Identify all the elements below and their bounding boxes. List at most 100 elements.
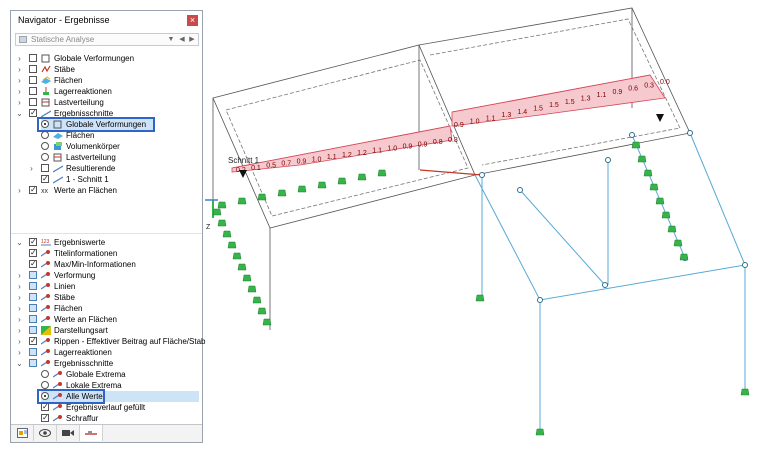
checkbox[interactable] xyxy=(29,348,37,356)
support-symbol xyxy=(297,185,307,193)
tree-item-section-1[interactable]: 1 - Schnitt 1 xyxy=(41,173,191,185)
checkbox[interactable] xyxy=(29,282,37,290)
radio-button[interactable] xyxy=(41,142,49,150)
support-symbol xyxy=(247,285,257,293)
checkbox[interactable] xyxy=(29,87,37,95)
checkbox[interactable] xyxy=(29,271,37,279)
tree-item-load-distribution[interactable]: › Lastverteilung xyxy=(18,97,199,108)
value-label: 1.5 xyxy=(565,99,575,106)
eye-icon[interactable] xyxy=(34,425,57,441)
navigator-tab-bar xyxy=(11,424,202,442)
tree-item-deformation[interactable]: › Verformung xyxy=(18,270,199,281)
radio-button[interactable] xyxy=(41,153,49,161)
tree-item-bottom-surfaces[interactable]: › Flächen xyxy=(18,303,199,314)
checkbox[interactable] xyxy=(29,76,37,84)
support-symbol xyxy=(317,181,327,189)
checkbox[interactable] xyxy=(29,304,37,312)
chevron-right-icon[interactable]: ▶ xyxy=(187,34,197,45)
value-label: 1.4 xyxy=(517,109,527,116)
tree-item-result-values[interactable]: ⌄ 123 Ergebniswerte xyxy=(16,236,199,248)
value-label: 1.5 xyxy=(549,102,559,109)
checkbox[interactable] xyxy=(29,54,37,62)
tree-item-display-type[interactable]: › Darstellungsart xyxy=(18,325,199,336)
checkbox[interactable] xyxy=(29,293,37,301)
tree-item-ribs[interactable]: › Rippen - Effektiver Beitrag auf Fläche… xyxy=(18,335,205,347)
expand-icon[interactable]: › xyxy=(15,292,24,303)
checkbox[interactable] xyxy=(29,184,37,195)
tree-item-sections-surfaces[interactable]: Flächen xyxy=(41,130,191,141)
close-button[interactable]: × xyxy=(187,15,198,26)
data-tab-icon[interactable] xyxy=(11,425,34,441)
checkbox[interactable] xyxy=(29,236,37,247)
result-lines-icon[interactable] xyxy=(80,425,103,441)
checkbox[interactable] xyxy=(29,258,37,269)
checkbox[interactable] xyxy=(41,164,49,172)
result-values-icon: 123 xyxy=(41,239,51,246)
tree-item-label: Lagerreaktionen xyxy=(54,348,112,357)
tree-item-sections-load-distribution[interactable]: Lastverteilung xyxy=(41,152,191,163)
expand-icon[interactable]: › xyxy=(15,64,24,75)
expand-icon[interactable]: › xyxy=(15,347,24,358)
radio-button[interactable] xyxy=(41,370,49,378)
radio-button[interactable] xyxy=(41,381,49,389)
checkbox[interactable] xyxy=(29,65,37,73)
model-viewport[interactable]: 0.20.10.50.70.91.01.11.21.21.11.00.90.90… xyxy=(203,0,760,452)
tree-item-title-info[interactable]: Titelinformationen xyxy=(29,247,199,259)
support-symbol xyxy=(475,294,485,302)
checkbox[interactable] xyxy=(29,315,37,323)
expand-icon[interactable]: › xyxy=(15,281,24,292)
checkbox[interactable] xyxy=(41,173,49,184)
tree-item-global-extrema[interactable]: Globale Extrema xyxy=(41,369,191,380)
checkbox[interactable] xyxy=(41,401,49,412)
tree-item-bottom-support-reactions[interactable]: › Lagerreaktionen xyxy=(18,347,199,358)
collapse-icon[interactable]: ⌄ xyxy=(15,237,24,248)
tree-item-label: Volumenkörper xyxy=(66,142,120,151)
expand-icon[interactable]: › xyxy=(15,97,24,108)
tree-item-max-min-info[interactable]: Max/Min-Informationen xyxy=(29,258,199,270)
tree-item-filled-result-diagram[interactable]: Ergebnisverlauf gefüllt xyxy=(41,401,191,413)
tree-item-support-reactions[interactable]: › Lagerreaktionen xyxy=(18,86,199,97)
expand-icon[interactable]: › xyxy=(15,53,24,64)
tree-item-values-on-surfaces[interactable]: › xx Werte an Flächen xyxy=(18,184,199,196)
radio-button[interactable] xyxy=(41,131,49,139)
tree-item-label: Werte an Flächen xyxy=(54,186,117,195)
tree-item-solids[interactable]: Volumenkörper xyxy=(41,141,191,152)
checkbox[interactable] xyxy=(29,247,37,258)
checkbox[interactable] xyxy=(41,412,49,423)
expand-icon[interactable]: › xyxy=(15,314,24,325)
tree-item-surfaces[interactable]: › Flächen xyxy=(18,75,199,86)
checkbox[interactable] xyxy=(29,107,37,118)
expand-icon[interactable]: › xyxy=(15,75,24,86)
value-label: 0.9 xyxy=(403,143,413,150)
collapse-icon[interactable]: ⌄ xyxy=(15,358,24,369)
axis-z-label: Z xyxy=(206,224,211,231)
expand-icon[interactable]: › xyxy=(15,270,24,281)
expand-icon[interactable]: › xyxy=(15,325,24,336)
expand-icon[interactable]: › xyxy=(27,163,36,174)
collapse-icon[interactable]: ⌄ xyxy=(15,108,24,119)
chevron-down-icon[interactable]: ▼ xyxy=(166,34,176,45)
analysis-type-select[interactable]: Statische Analyse ▼ ◀ ▶ xyxy=(15,33,199,46)
tree-item-lines[interactable]: › Linien xyxy=(18,281,199,292)
chevron-left-icon[interactable]: ◀ xyxy=(177,34,187,45)
tree-item-bottom-values-on-surfaces[interactable]: › Werte an Flächen xyxy=(18,314,199,325)
expand-icon[interactable]: › xyxy=(15,336,24,347)
load-distribution-icon xyxy=(41,98,50,107)
tree-item-bottom-result-sections[interactable]: ⌄ Ergebnisschnitte xyxy=(16,358,199,369)
checkbox[interactable] xyxy=(29,359,37,367)
checkbox[interactable] xyxy=(29,335,37,346)
checkbox[interactable] xyxy=(29,98,37,106)
tree-item-bottom-members[interactable]: › Stäbe xyxy=(18,292,199,303)
checkbox[interactable] xyxy=(29,326,37,334)
tree-item-global-deformations[interactable]: › Globale Verformungen xyxy=(18,53,199,64)
tree-item-members[interactable]: › Stäbe xyxy=(18,64,199,75)
expand-icon[interactable]: › xyxy=(15,86,24,97)
camera-icon[interactable] xyxy=(57,425,80,441)
tree-item-hatching[interactable]: Schraffur xyxy=(41,412,191,424)
display-option-icon xyxy=(53,404,62,411)
expand-icon[interactable]: › xyxy=(15,303,24,314)
tree-item-resultants[interactable]: › Resultierende xyxy=(30,163,191,174)
expand-icon[interactable]: › xyxy=(15,185,24,196)
support-symbol xyxy=(673,239,683,247)
surface-icon xyxy=(41,76,51,84)
